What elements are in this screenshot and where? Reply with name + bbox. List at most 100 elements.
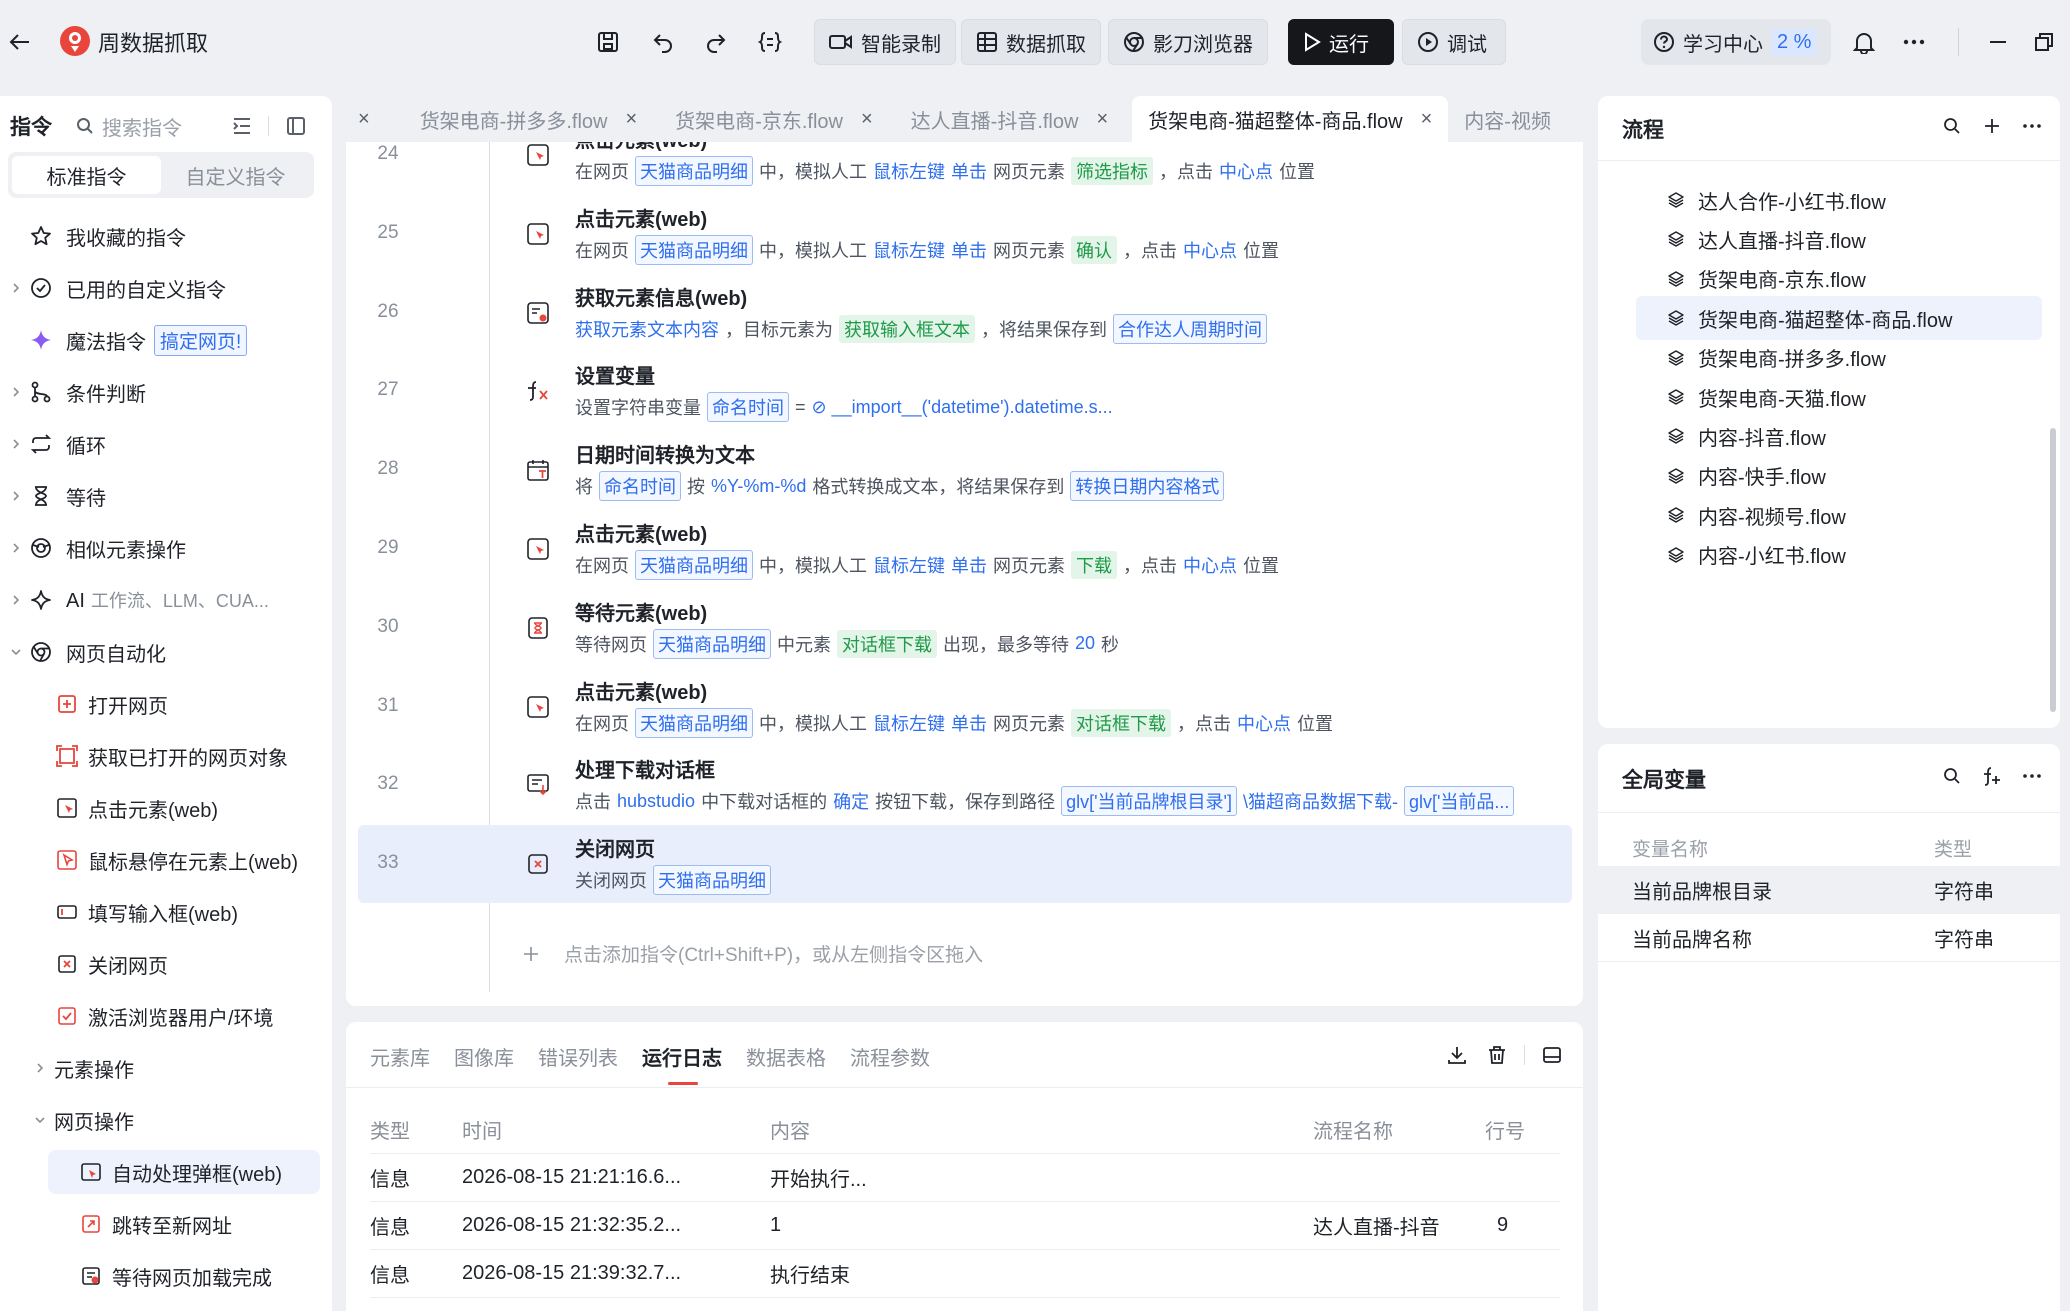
param-value[interactable]: 单击 — [951, 552, 987, 578]
debug-button[interactable]: 调试 — [1402, 19, 1506, 65]
tab-douyin-live[interactable]: 达人直播-抖音.flow × — [895, 96, 1124, 142]
sidebar-item-click-element[interactable]: 点击元素(web) — [0, 786, 332, 830]
close-icon[interactable]: × — [861, 108, 873, 131]
element-tag[interactable]: 获取输入框文本 — [839, 314, 975, 343]
flow-item[interactable]: 货架电商-天猫.flow — [1636, 375, 2042, 419]
param-value[interactable]: 鼠标左键 — [873, 237, 945, 263]
element-tag[interactable]: 确认 — [1071, 235, 1117, 264]
sidebar-item-wait-load[interactable]: 等待网页加载完成 — [0, 1254, 332, 1298]
close-icon[interactable]: × — [625, 108, 637, 131]
command-row[interactable]: 24 点击元素(web) 在网页天猫商品明细中，模拟人工鼠标左键单击网页元素筛选指标… — [358, 142, 1572, 194]
sidebar-item-fill-input[interactable]: 填写输入框(web) — [0, 890, 332, 934]
variable-row[interactable]: 当前品牌名称 字符串 — [1598, 914, 2060, 962]
param-value[interactable]: 中心点 — [1219, 158, 1273, 184]
add-command-hint[interactable]: 点击添加指令(Ctrl+Shift+P)，或从左侧指令区拖入 — [522, 940, 983, 967]
flow-item[interactable]: 货架电商-京东.flow — [1636, 257, 2042, 301]
browser-button[interactable]: 影刀浏览器 — [1108, 19, 1268, 65]
command-row[interactable]: 33 关闭网页 关闭网页 天猫商品明细 — [358, 825, 1572, 904]
variable-tag[interactable]: 天猫商品明细 — [635, 550, 753, 580]
flow-item[interactable]: 货架电商-猫超整体-商品.flow — [1636, 296, 2042, 341]
element-tag[interactable]: 下载 — [1071, 551, 1117, 579]
tab-close-icon[interactable]: × — [340, 96, 404, 142]
variable-row[interactable]: 当前品牌根目录 字符串 — [1598, 866, 2060, 914]
tab-maochao-active[interactable]: 货架电商-猫超整体-商品.flow × — [1132, 96, 1449, 142]
sidebar-item-condition[interactable]: 条件判断 — [0, 370, 332, 414]
flow-item[interactable]: 货架电商-拼多多.flow — [1636, 336, 2042, 380]
tab-jingdong[interactable]: 货架电商-京东.flow × — [659, 96, 888, 142]
minimize-icon[interactable] — [1980, 24, 2016, 60]
sidebar-item-close-page[interactable]: 关闭网页 — [0, 942, 332, 986]
search-icon[interactable] — [1940, 114, 1964, 138]
add-variable-icon[interactable] — [1980, 764, 2004, 788]
variable-tag[interactable]: 合作达人周期时间 — [1113, 313, 1267, 344]
more-icon[interactable] — [1896, 24, 1932, 60]
param-value[interactable]: 确定 — [833, 788, 869, 814]
magic-tag[interactable]: 搞定网页! — [154, 324, 248, 356]
sidebar-toggle-icon[interactable] — [282, 112, 310, 140]
table-row[interactable]: 信息 2026-08-15 21:21:16.6... 开始执行... — [370, 1154, 1560, 1202]
element-tag[interactable]: 对话框下载 — [837, 629, 937, 658]
sidebar-group-element-ops[interactable]: 元素操作 — [0, 1046, 332, 1090]
flow-item[interactable]: 内容-抖音.flow — [1636, 414, 2042, 458]
close-icon[interactable]: × — [1421, 108, 1433, 131]
param-value[interactable]: 中心点 — [1183, 237, 1237, 263]
tab-content-video[interactable]: 内容-视频 — [1448, 96, 1567, 142]
command-row[interactable]: 31 点击元素(web) 在网页 天猫商品明细 中，模拟人工 鼠标左键 单击 网页元素 对话框下… — [358, 668, 1572, 746]
variable-tag[interactable]: 命名时间 — [599, 471, 681, 502]
sidebar-item-loop[interactable]: 循环 — [0, 422, 332, 466]
variable-tag[interactable]: 转换日期内容格式 — [1070, 471, 1225, 502]
table-row[interactable]: 信息 2026-08-15 21:32:35.2... 1 达人直播-抖音 9 — [370, 1202, 1560, 1250]
undo-icon[interactable] — [645, 24, 681, 60]
flow-item[interactable]: 内容-快手.flow — [1636, 454, 2042, 498]
save-icon[interactable] — [590, 24, 626, 60]
sidebar-item-get-page-object[interactable]: 获取已打开的网页对象 — [0, 734, 332, 778]
scrollbar[interactable] — [2050, 428, 2056, 712]
tab-element-library[interactable]: 元素库 — [370, 1042, 430, 1071]
sidebar-item-favorites[interactable]: 我收藏的指令 — [0, 214, 332, 258]
param-value[interactable]: ⊘ __import__('datetime').datetime.s... — [812, 397, 1113, 418]
tab-error-list[interactable]: 错误列表 — [538, 1042, 618, 1071]
sidebar-item-hover-element[interactable]: 鼠标悬停在元素上(web) — [0, 838, 332, 882]
param-value[interactable]: 20 — [1075, 633, 1095, 654]
tab-image-library[interactable]: 图像库 — [454, 1042, 514, 1071]
sidebar-group-page-ops[interactable]: 网页操作 — [0, 1098, 332, 1142]
more-icon[interactable] — [2020, 764, 2044, 788]
variable-tag[interactable]: 天猫商品明细 — [635, 707, 753, 738]
variable-tag[interactable]: 命名时间 — [707, 392, 789, 423]
tab-run-log[interactable]: 运行日志 — [642, 1042, 722, 1085]
param-value[interactable]: 中心点 — [1237, 710, 1291, 736]
more-icon[interactable] — [2020, 114, 2044, 138]
param-value[interactable]: %Y-%m-%d — [711, 476, 806, 497]
param-value[interactable]: 中心点 — [1183, 552, 1237, 578]
variable-tag[interactable]: glv['当前品... — [1403, 786, 1515, 817]
sidebar-item-used-custom[interactable]: 已用的自定义指令 — [0, 266, 332, 310]
param-value[interactable]: 获取元素文本内容 — [575, 316, 719, 342]
collapse-list-icon[interactable] — [228, 112, 256, 140]
command-row[interactable]: 27 设置变量 设置字符串变量 命名时间 = ⊘ __import__('datetime… — [358, 352, 1572, 430]
command-row[interactable]: 29 点击元素(web) 在网页 天猫商品明细 中，模拟人工 鼠标左键 单击 网页元素 下载 ，点… — [358, 510, 1572, 588]
panel-layout-icon[interactable] — [1539, 1042, 1565, 1068]
sidebar-item-similar[interactable]: 相似元素操作 — [0, 526, 332, 570]
sidebar-item-auto-dialog[interactable]: 自动处理弹框(web) — [48, 1150, 320, 1194]
back-arrow-icon[interactable] — [4, 26, 36, 58]
variable-tag[interactable]: glv['当前品牌根目录'] — [1061, 786, 1237, 817]
variable-tag[interactable]: 天猫商品明细 — [653, 865, 771, 896]
command-row[interactable]: 30 等待元素(web) 等待网页 天猫商品明细 中元素 对话框下载 出现，最多等待 20 秒 — [358, 589, 1572, 667]
close-icon[interactable]: × — [1096, 108, 1108, 131]
flow-item[interactable]: 内容-视频号.flow — [1636, 493, 2042, 537]
command-search-input[interactable]: 搜索指令 — [76, 112, 182, 141]
run-button[interactable]: 运行 — [1288, 19, 1394, 65]
sidebar-item-goto-url[interactable]: 跳转至新网址 — [0, 1202, 332, 1246]
variable-tag[interactable]: 天猫商品明细 — [635, 156, 753, 186]
sidebar-item-web-automation[interactable]: 网页自动化 — [0, 630, 332, 674]
table-row[interactable]: 信息 2026-08-15 21:39:32.7... 执行结束 — [370, 1250, 1560, 1298]
code-braces-icon[interactable] — [752, 24, 788, 60]
redo-icon[interactable] — [698, 24, 734, 60]
element-tag[interactable]: 筛选指标 — [1071, 157, 1153, 185]
param-value[interactable]: 鼠标左键 — [873, 158, 945, 184]
variable-tag[interactable]: 天猫商品明细 — [653, 628, 771, 659]
flow-item[interactable]: 达人直播-抖音.flow — [1636, 217, 2042, 261]
restore-icon[interactable] — [2026, 24, 2062, 60]
param-value[interactable]: hubstudio — [617, 791, 695, 812]
bell-icon[interactable] — [1846, 24, 1882, 60]
